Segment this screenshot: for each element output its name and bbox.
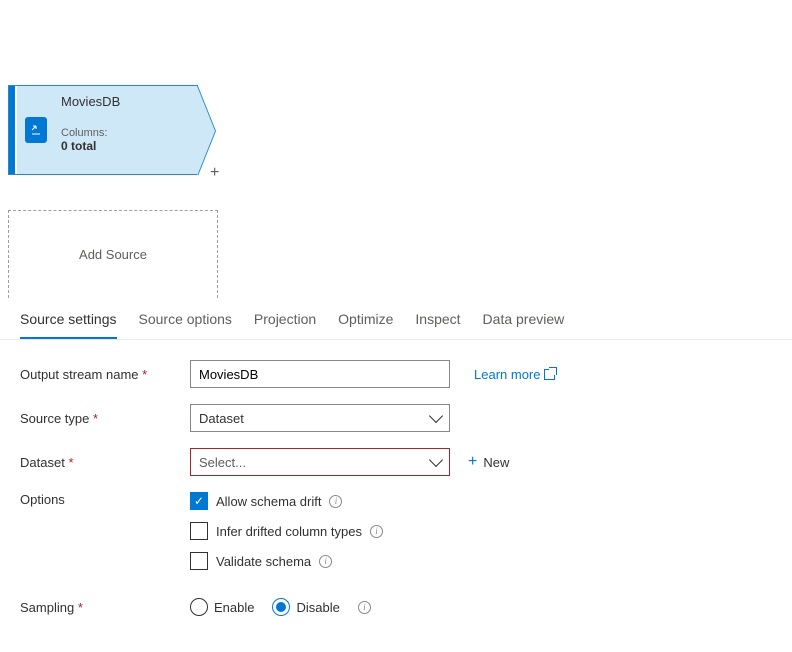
tab-optimize[interactable]: Optimize xyxy=(338,300,393,339)
label-dataset-text: Dataset xyxy=(20,455,65,470)
checkbox-infer-drifted[interactable] xyxy=(190,522,208,540)
label-output-stream: Output stream name * xyxy=(20,367,190,382)
row-source-type: Source type * Dataset xyxy=(20,404,772,432)
info-icon[interactable]: i xyxy=(319,555,332,568)
radio-enable[interactable] xyxy=(190,598,208,616)
node-title: MoviesDB xyxy=(61,94,191,109)
node-arrow xyxy=(197,86,215,176)
option-allow-schema-drift: ✓ Allow schema drift i xyxy=(190,492,383,510)
required-marker: * xyxy=(68,455,73,470)
source-type-select[interactable]: Dataset xyxy=(190,404,450,432)
node-accent-bar xyxy=(9,86,17,174)
node-body: MoviesDB Columns: 0 total xyxy=(55,86,197,174)
learn-more-text: Learn more xyxy=(474,367,540,382)
check-icon: ✓ xyxy=(194,494,204,508)
output-stream-input[interactable] xyxy=(190,360,450,388)
radio-disable-group: Disable xyxy=(272,598,339,616)
node-columns-label: Columns: xyxy=(61,127,191,139)
flow-canvas: MoviesDB Columns: 0 total + Add Source xyxy=(0,0,792,300)
row-options: Options ✓ Allow schema drift i Infer dri… xyxy=(20,492,772,582)
tab-projection[interactable]: Projection xyxy=(254,300,316,339)
row-output-stream: Output stream name * Learn more xyxy=(20,360,772,388)
radio-enable-label: Enable xyxy=(214,600,254,615)
info-icon[interactable]: i xyxy=(329,495,342,508)
sampling-radio-group: Enable Disable i xyxy=(190,598,371,616)
label-sampling-text: Sampling xyxy=(20,600,74,615)
info-icon[interactable]: i xyxy=(370,525,383,538)
row-dataset: Dataset * Select... + New xyxy=(20,448,772,476)
new-dataset-label: New xyxy=(483,455,509,470)
label-source-type-text: Source type xyxy=(20,411,89,426)
info-icon[interactable]: i xyxy=(358,601,371,614)
learn-more-link[interactable]: Learn more xyxy=(474,367,555,382)
external-link-icon xyxy=(544,369,555,380)
dataset-placeholder: Select... xyxy=(199,455,246,470)
plus-icon: + xyxy=(468,453,477,471)
add-source-label: Add Source xyxy=(79,247,147,262)
database-share-icon xyxy=(25,117,47,143)
add-source-button[interactable]: Add Source xyxy=(8,210,218,298)
label-dataset: Dataset * xyxy=(20,455,190,470)
chevron-down-icon xyxy=(429,409,443,423)
checkbox-validate-schema[interactable] xyxy=(190,552,208,570)
radio-disable-label: Disable xyxy=(296,600,339,615)
label-sampling: Sampling * xyxy=(20,600,190,615)
option-label: Allow schema drift xyxy=(216,494,321,509)
required-marker: * xyxy=(93,411,98,426)
tab-source-settings[interactable]: Source settings xyxy=(20,300,117,339)
row-sampling: Sampling * Enable Disable i xyxy=(20,598,772,616)
dataset-select[interactable]: Select... xyxy=(190,448,450,476)
option-validate-schema: Validate schema i xyxy=(190,552,383,570)
checkbox-allow-schema-drift[interactable]: ✓ xyxy=(190,492,208,510)
tab-source-options[interactable]: Source options xyxy=(139,300,232,339)
tab-inspect[interactable]: Inspect xyxy=(415,300,460,339)
options-group: ✓ Allow schema drift i Infer drifted col… xyxy=(190,492,383,582)
source-settings-form: Output stream name * Learn more Source t… xyxy=(0,340,792,652)
option-infer-drifted: Infer drifted column types i xyxy=(190,522,383,540)
option-label: Validate schema xyxy=(216,554,311,569)
settings-tabs: Source settings Source options Projectio… xyxy=(0,300,792,340)
node-columns-count: 0 total xyxy=(61,139,191,153)
option-label: Infer drifted column types xyxy=(216,524,362,539)
new-dataset-button[interactable]: + New xyxy=(468,453,509,471)
node-icon-box xyxy=(17,86,55,174)
radio-disable[interactable] xyxy=(272,598,290,616)
radio-dot xyxy=(276,602,286,612)
required-marker: * xyxy=(142,367,147,382)
label-source-type: Source type * xyxy=(20,411,190,426)
add-transform-button[interactable]: + xyxy=(210,164,219,182)
tab-data-preview[interactable]: Data preview xyxy=(483,300,565,339)
required-marker: * xyxy=(78,600,83,615)
label-options: Options xyxy=(20,492,190,507)
source-node-moviesdb[interactable]: MoviesDB Columns: 0 total xyxy=(8,85,198,175)
chevron-down-icon xyxy=(429,453,443,467)
radio-enable-group: Enable xyxy=(190,598,254,616)
label-output-stream-text: Output stream name xyxy=(20,367,139,382)
source-type-value: Dataset xyxy=(199,411,244,426)
